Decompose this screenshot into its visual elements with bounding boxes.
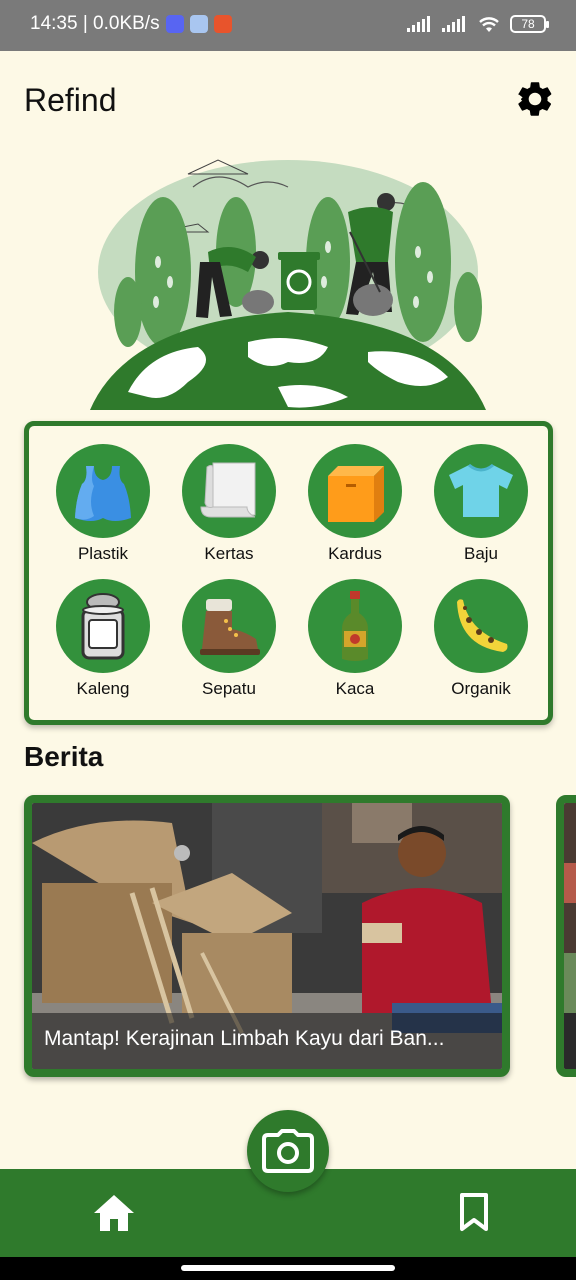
category-label: Kertas bbox=[204, 544, 254, 563]
category-baju[interactable]: Baju bbox=[421, 444, 541, 574]
category-label: Kaleng bbox=[76, 679, 130, 698]
shirt-icon bbox=[434, 444, 528, 538]
camera-icon bbox=[262, 1129, 314, 1173]
banana-peel-icon bbox=[434, 579, 528, 673]
category-label: Plastik bbox=[77, 544, 129, 563]
recycling-earth-illustration bbox=[90, 159, 486, 410]
news-card-next[interactable] bbox=[556, 795, 576, 1077]
category-kaca[interactable]: Kaca bbox=[295, 579, 415, 709]
category-label: Sepatu bbox=[202, 679, 256, 698]
glass-bottle-icon bbox=[308, 579, 402, 673]
category-label: Organik bbox=[451, 679, 511, 698]
camera-button[interactable] bbox=[247, 1110, 329, 1192]
category-organik[interactable]: Organik bbox=[421, 579, 541, 709]
category-plastik[interactable]: Plastik bbox=[43, 444, 163, 574]
discord-icon bbox=[165, 15, 184, 33]
plastic-bag-icon bbox=[56, 444, 150, 538]
paper-icon bbox=[182, 444, 276, 538]
home-indicator[interactable] bbox=[181, 1265, 395, 1271]
app-title: Refind bbox=[24, 82, 117, 118]
cardboard-box-icon bbox=[308, 444, 402, 538]
status-bar: 14:35 | 0.0KB/s 78 bbox=[0, 0, 576, 51]
category-label: Kaca bbox=[335, 679, 375, 698]
category-sepatu[interactable]: Sepatu bbox=[169, 579, 289, 709]
category-kaleng[interactable]: Kaleng bbox=[43, 579, 163, 709]
app-icon bbox=[189, 15, 208, 33]
category-label: Baju bbox=[463, 544, 499, 563]
battery-level: 78 bbox=[521, 17, 535, 31]
gesture-area bbox=[0, 1257, 576, 1280]
battery-icon: 78 bbox=[510, 15, 549, 33]
wifi-icon bbox=[479, 17, 499, 32]
signal-icon bbox=[407, 16, 430, 32]
news-image-next bbox=[564, 803, 576, 1069]
can-icon bbox=[56, 579, 150, 673]
category-kertas[interactable]: Kertas bbox=[169, 444, 289, 574]
gear-icon[interactable] bbox=[514, 78, 556, 120]
category-kardus[interactable]: Kardus bbox=[295, 444, 415, 574]
news-caption: Mantap! Kerajinan Limbah Kayu dari Ban..… bbox=[32, 1013, 502, 1069]
status-time: 14:35 | 0.0KB/s bbox=[30, 13, 160, 34]
section-title-berita: Berita bbox=[24, 741, 104, 772]
boot-icon bbox=[182, 579, 276, 673]
category-label: Kardus bbox=[328, 544, 382, 563]
shopee-icon bbox=[213, 15, 232, 33]
bookmark-icon[interactable] bbox=[456, 1192, 492, 1232]
home-icon[interactable] bbox=[92, 1193, 136, 1233]
news-card[interactable]: Mantap! Kerajinan Limbah Kayu dari Ban..… bbox=[24, 795, 510, 1077]
signal-icon bbox=[442, 16, 465, 32]
status-right: 78 bbox=[407, 15, 549, 33]
category-card: Plastik Kertas Kardus Baju Kaleng Sepatu… bbox=[24, 421, 553, 725]
status-left: 14:35 | 0.0KB/s bbox=[30, 13, 232, 35]
